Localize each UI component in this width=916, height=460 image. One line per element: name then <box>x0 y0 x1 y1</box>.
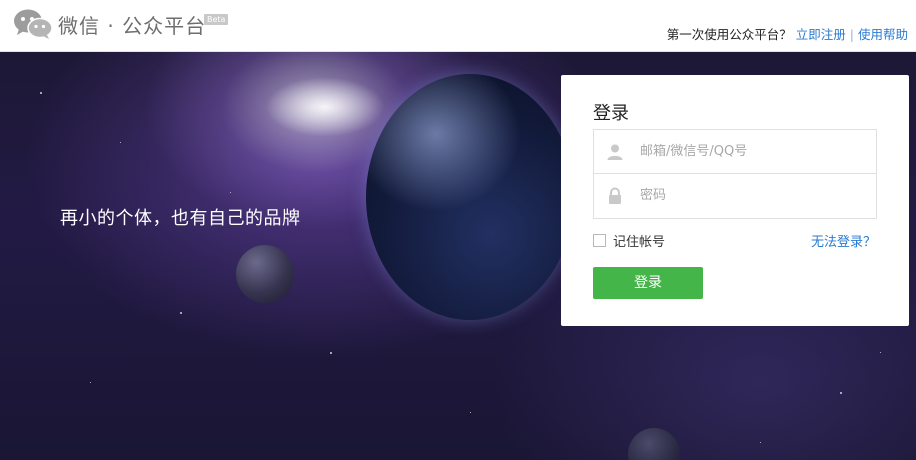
planet-bottom-image <box>628 428 680 460</box>
remember-checkbox[interactable] <box>593 234 606 247</box>
planet-small-image <box>236 245 294 303</box>
hero-slogan: 再小的个体，也有自己的品牌 <box>60 208 301 229</box>
platform-title: 微信 · 公众平台 <box>58 14 207 38</box>
star <box>180 312 182 314</box>
star <box>330 352 332 354</box>
star <box>230 192 231 193</box>
top-header: 微信 · 公众平台 Beta 第一次使用公众平台？ 立即注册 | 使用帮助 <box>0 0 916 52</box>
login-panel: 登录 记住帐号 无法登录？ 登录 <box>561 75 909 326</box>
star <box>880 352 881 353</box>
link-separator: | <box>849 27 854 42</box>
star <box>760 442 761 443</box>
register-link[interactable]: 立即注册 <box>796 27 846 42</box>
star <box>120 142 121 143</box>
wechat-logo-icon[interactable] <box>12 8 54 40</box>
login-title: 登录 <box>593 103 629 124</box>
first-time-text: 第一次使用公众平台？ <box>666 27 792 42</box>
user-icon <box>607 144 623 160</box>
username-field[interactable] <box>593 129 877 174</box>
help-link[interactable]: 使用帮助 <box>858 27 908 42</box>
password-input[interactable] <box>640 174 870 217</box>
star <box>840 392 842 394</box>
star <box>40 92 42 94</box>
planet-large-image <box>366 74 574 320</box>
star <box>90 382 91 383</box>
light-flare <box>255 72 395 142</box>
top-links: 第一次使用公众平台？ 立即注册 | 使用帮助 <box>667 24 908 43</box>
star <box>470 412 471 413</box>
beta-badge: Beta <box>204 14 229 25</box>
lock-icon <box>609 187 621 204</box>
password-field[interactable] <box>593 174 877 219</box>
remember-account[interactable]: 记住帐号 <box>593 231 665 250</box>
login-button[interactable]: 登录 <box>593 267 703 299</box>
remember-label: 记住帐号 <box>613 235 666 250</box>
username-input[interactable] <box>640 130 870 173</box>
cannot-login-link[interactable]: 无法登录？ <box>811 231 876 250</box>
